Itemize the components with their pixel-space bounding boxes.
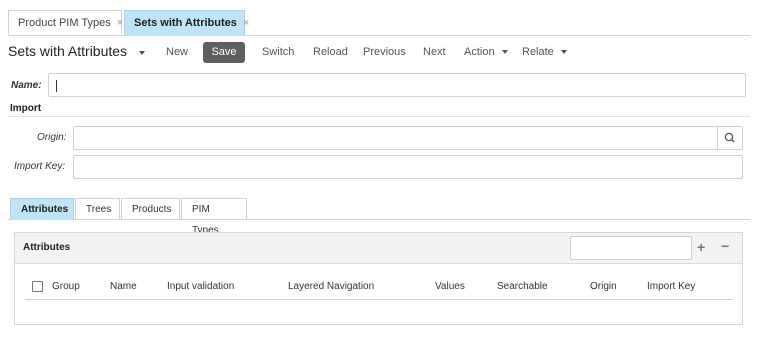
chevron-down-icon xyxy=(501,50,508,55)
column-header-input-validation[interactable]: Input validation xyxy=(167,281,234,292)
name-field[interactable] xyxy=(48,73,746,97)
reload-button[interactable]: Reload xyxy=(313,46,348,58)
title-dropdown-toggle[interactable] xyxy=(139,47,145,59)
import-key-field[interactable] xyxy=(73,155,743,179)
add-icon[interactable]: + xyxy=(697,239,705,255)
remove-icon[interactable]: − xyxy=(721,238,729,254)
switch-button[interactable]: Switch xyxy=(262,46,294,58)
new-button[interactable]: New xyxy=(166,46,188,58)
import-key-label: Import Key: xyxy=(14,161,66,172)
action-menu[interactable]: Action xyxy=(464,46,508,58)
column-header-layered-navigation[interactable]: Layered Navigation xyxy=(288,281,374,292)
relate-menu-label: Relate xyxy=(522,46,554,58)
text-cursor xyxy=(56,80,57,92)
subtab-pim-types[interactable]: PIM Types xyxy=(181,198,247,236)
column-header-group[interactable]: Group xyxy=(52,281,80,292)
action-menu-label: Action xyxy=(464,46,495,58)
attributes-panel: Attributes + − Group Name Input validati… xyxy=(14,232,743,325)
name-label: Name: xyxy=(11,80,42,91)
tab-label: Sets with Attributes xyxy=(134,17,237,29)
chevron-down-icon xyxy=(139,51,145,56)
subtab-bar xyxy=(8,219,750,220)
divider xyxy=(8,116,750,117)
tab-label: Product PIM Types xyxy=(18,17,111,29)
import-section-heading: Import xyxy=(10,103,42,114)
subtab-products[interactable]: Products xyxy=(121,198,180,219)
select-all-checkbox[interactable] xyxy=(32,281,43,292)
column-header-origin[interactable]: Origin xyxy=(590,281,617,292)
tab-sets-with-attributes[interactable]: Sets with Attributes × xyxy=(124,10,249,35)
subtab-attributes[interactable]: Attributes xyxy=(10,198,74,220)
search-icon xyxy=(724,132,735,143)
close-icon[interactable]: × xyxy=(243,17,249,29)
column-header-searchable[interactable]: Searchable xyxy=(497,281,548,292)
relate-menu[interactable]: Relate xyxy=(522,46,567,58)
origin-search-button[interactable] xyxy=(717,127,742,149)
tab-product-pim-types[interactable]: Product PIM Types × xyxy=(8,10,123,34)
save-button[interactable]: Save xyxy=(203,42,245,63)
column-header-values[interactable]: Values xyxy=(435,281,465,292)
column-header-import-key[interactable]: Import Key xyxy=(647,281,695,292)
column-header-name[interactable]: Name xyxy=(110,281,137,292)
previous-button[interactable]: Previous xyxy=(363,46,406,58)
close-icon[interactable]: × xyxy=(117,17,123,29)
origin-label: Origin: xyxy=(37,132,67,143)
panel-title: Attributes xyxy=(23,242,71,253)
attributes-search-input[interactable] xyxy=(570,236,692,260)
chevron-down-icon xyxy=(560,50,567,55)
table-header-divider xyxy=(25,299,733,300)
page-title: Sets with Attributes xyxy=(8,43,128,59)
origin-field[interactable] xyxy=(73,126,743,150)
subtab-trees[interactable]: Trees xyxy=(75,198,120,219)
next-button[interactable]: Next xyxy=(423,46,446,58)
